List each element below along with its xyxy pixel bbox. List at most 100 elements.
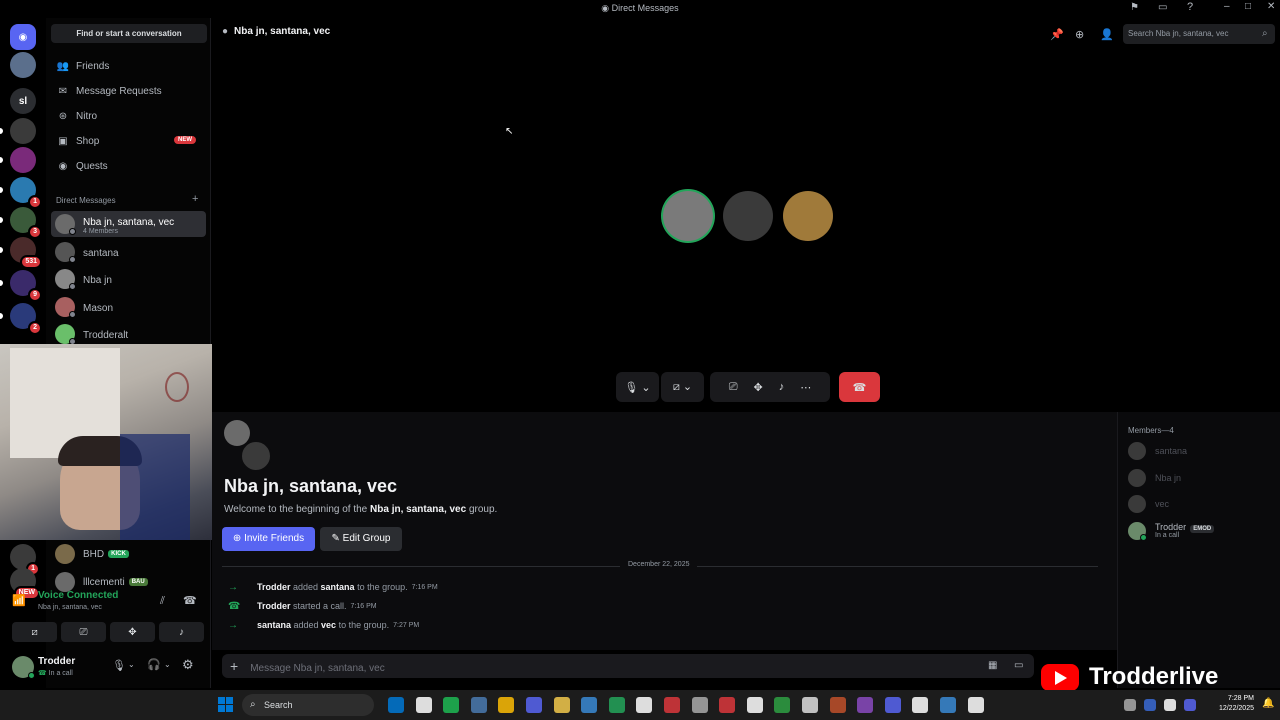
taskbar-app-icon[interactable] [802, 697, 818, 713]
dm-item[interactable]: santana [51, 239, 206, 265]
taskbar-app-icon[interactable] [829, 697, 846, 713]
headphones-chevron-icon[interactable]: ⌄ [164, 660, 171, 669]
server-icon-3[interactable] [10, 118, 36, 144]
call-participant-avatar[interactable] [723, 191, 773, 241]
gif-icon[interactable]: ▭ [1014, 654, 1023, 678]
user-avatar[interactable] [12, 656, 35, 679]
help-icon[interactable]: ? [1187, 1, 1193, 13]
taskbar-app-icon[interactable] [746, 697, 763, 713]
monitor-icon[interactable]: ▭ [1158, 2, 1167, 13]
message-input[interactable]: + Message Nba jn, santana, vec ▦ ▭ [222, 654, 1034, 678]
search-input[interactable]: Search Nba jn, santana, vec [1123, 24, 1275, 44]
camera-button[interactable]: ⧄ ⌄ [661, 372, 704, 402]
taskbar-app-icon[interactable] [443, 697, 460, 713]
taskbar-app-icon[interactable] [884, 697, 901, 713]
taskbar-app-icon[interactable] [388, 697, 404, 713]
minimize-button[interactable]: – [1224, 1, 1230, 12]
taskbar-app-icon[interactable] [526, 697, 542, 713]
nav-friends[interactable]: 👥 Friends [52, 55, 206, 77]
voice-status[interactable]: Voice Connected [38, 590, 118, 601]
notification-bell-icon[interactable]: 🔔 [1262, 698, 1274, 709]
inbox-icon[interactable]: ⚑ [1130, 2, 1139, 13]
server-icon-4[interactable] [10, 147, 36, 173]
taskbar-app-icon[interactable] [912, 697, 929, 713]
close-button[interactable]: ✕ [1267, 1, 1275, 12]
call-participant-avatar[interactable] [783, 191, 833, 241]
server-icon-7[interactable]: 531 [10, 237, 42, 269]
add-member-icon[interactable]: ⊕ [1075, 28, 1084, 41]
server-icon-6[interactable]: 3 [10, 207, 42, 239]
server-icon-5[interactable]: 1 [10, 177, 42, 209]
server-icon-0[interactable]: ◉ [10, 24, 36, 50]
headphones-icon[interactable]: 🎧 [147, 658, 161, 671]
taskbar-app-icon[interactable] [1184, 699, 1196, 711]
member-item[interactable]: Nba jn [1128, 468, 1181, 488]
taskbar-clock[interactable]: 7:28 PM 12/22/2025 [1208, 694, 1254, 714]
gift-icon[interactable]: ▦ [988, 654, 997, 678]
start-icon[interactable] [218, 697, 234, 713]
server-icon-lower-0[interactable]: 1 [10, 544, 40, 576]
member-item[interactable]: vec [1128, 494, 1169, 514]
find-conversation-button[interactable]: Find or start a conversation [51, 24, 207, 43]
taskbar-app-icon[interactable] [581, 697, 598, 713]
taskbar-app-icon[interactable] [498, 697, 515, 713]
mute-button[interactable]: 🎙 ⌄ [616, 372, 659, 402]
taskbar-app-icon[interactable] [470, 697, 487, 713]
end-call-button[interactable]: ☎ [839, 372, 880, 402]
dm-item[interactable]: Nba jn, santana, vec 4 Members [51, 211, 206, 237]
server-badge: 9 [28, 288, 42, 302]
screen-share-icon[interactable]: ⎚ [729, 381, 738, 394]
maximize-button[interactable]: □ [1245, 1, 1251, 12]
nav-nitro[interactable]: ⊛ Nitro [52, 105, 206, 127]
screen-share-button[interactable]: ⎚ [61, 622, 106, 642]
taskbar-app-icon[interactable] [774, 697, 791, 713]
nav-shop[interactable]: ▣ Shop NEW [52, 130, 206, 152]
taskbar-app-icon[interactable] [664, 697, 680, 713]
attach-plus-icon[interactable]: + [230, 658, 238, 674]
taskbar-app-icon[interactable] [415, 697, 432, 713]
server-icon-1[interactable] [10, 52, 36, 78]
activities-button[interactable]: ✥ [110, 622, 155, 642]
pinned-icon[interactable]: 📌 [1050, 28, 1064, 41]
soundboard-button[interactable]: ♪ [159, 622, 204, 642]
taskbar-app-icon[interactable] [967, 697, 984, 713]
create-dm-plus-icon[interactable]: + [192, 193, 198, 205]
dm-item[interactable]: Mason [51, 294, 206, 320]
mic-chevron-icon[interactable]: ⌄ [128, 660, 135, 669]
dm-item[interactable]: BHD KICK [51, 541, 206, 567]
member-list-icon[interactable]: 👤 [1100, 28, 1114, 41]
taskbar-app-icon[interactable] [719, 697, 736, 713]
taskbar-app-icon[interactable] [1164, 699, 1176, 711]
username[interactable]: Trodder [38, 656, 75, 667]
edit-group-button[interactable]: ✎ Edit Group [320, 527, 402, 551]
disconnect-icon[interactable]: ☎ [183, 594, 197, 607]
settings-gear-icon[interactable]: ⚙ [182, 657, 194, 673]
taskbar-app-icon[interactable] [553, 697, 570, 713]
server-icon-8[interactable]: 9 [10, 270, 42, 302]
taskbar-search[interactable]: ⌕ Search [242, 694, 374, 716]
soundboard-icon[interactable]: ♪ [779, 381, 785, 393]
taskbar-app-icon[interactable] [691, 697, 708, 713]
activities-icon[interactable]: ✥ [754, 381, 763, 394]
member-item[interactable]: Trodder EMOD In a call [1128, 521, 1215, 541]
taskbar-app-icon[interactable] [940, 697, 956, 713]
camera-off-button[interactable]: ⧄ [12, 622, 57, 642]
dm-item[interactable]: Nba jn [51, 266, 206, 292]
taskbar-app-icon[interactable] [636, 697, 653, 713]
invite-friends-button[interactable]: ⊕ Invite Friends [222, 527, 315, 551]
taskbar-app-icon[interactable] [1124, 699, 1136, 711]
nav-message-requests[interactable]: ✉ Message Requests [52, 80, 206, 102]
more-options-icon[interactable]: ⋯ [800, 381, 811, 394]
taskbar-app-icon[interactable] [857, 697, 874, 713]
mic-icon[interactable]: 🎙 [112, 659, 126, 672]
member-text: Nba jn [1155, 472, 1182, 483]
noise-suppression-icon[interactable]: ⫽ [160, 595, 165, 608]
taskbar-app-icon[interactable] [1144, 699, 1156, 711]
call-participant-avatar[interactable] [663, 191, 713, 241]
taskbar-app-icon[interactable] [608, 697, 625, 713]
nav-quests[interactable]: ◉ Quests [52, 155, 206, 177]
server-icon-9[interactable]: 2 [10, 303, 42, 335]
server-icon-2[interactable]: sl [10, 88, 36, 114]
voice-channel[interactable]: Nba jn, santana, vec [38, 604, 102, 611]
member-item[interactable]: santana [1128, 441, 1187, 461]
